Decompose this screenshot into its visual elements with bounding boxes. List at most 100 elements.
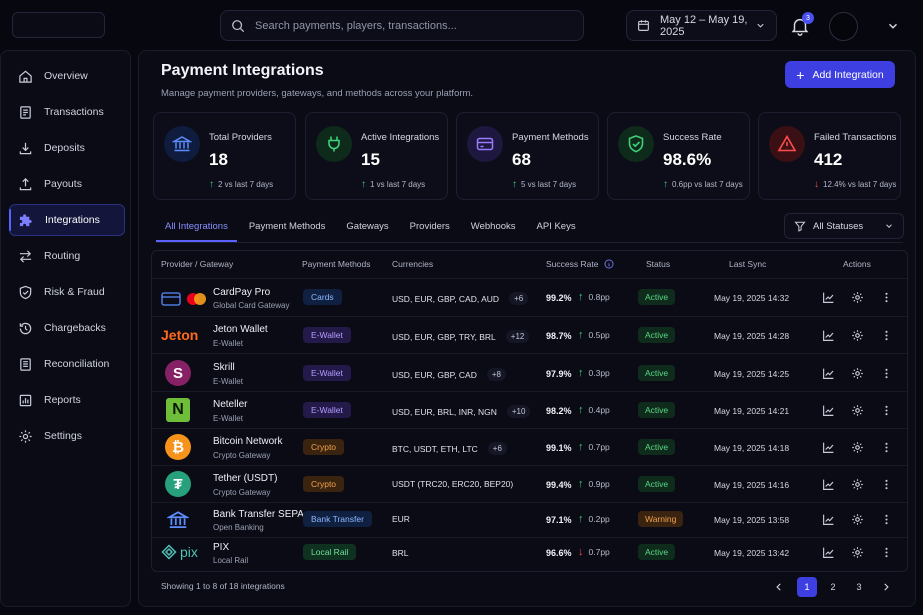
chevron-right-icon [884,583,889,591]
stat-icon-wrap [769,126,805,162]
sidebar-item-payouts[interactable]: Payouts [9,168,125,200]
currency-more-badge[interactable]: +10 [506,405,531,418]
settings-button[interactable] [849,511,865,527]
last-sync: May 19, 2025 14:32 [714,293,790,303]
notification-badge: 3 [802,12,814,24]
analytics-button[interactable] [820,327,836,343]
sidebar-item-reports[interactable]: Reports [9,384,125,416]
analytics-button[interactable] [820,476,836,492]
gear-icon [851,404,863,416]
provider-name: Bank Transfer SEPA [213,509,304,520]
prev-page-button[interactable] [769,577,789,597]
stat-value: 15 [361,150,380,169]
add-integration-button[interactable]: + Add Integration [785,61,895,88]
analytics-button[interactable] [820,511,836,527]
page-button-2[interactable]: 2 [823,577,843,597]
brand-logo[interactable] [12,12,105,38]
history-icon [19,322,32,334]
tab-all-integrations[interactable]: All Integrations [156,214,237,242]
currency-more-badge[interactable]: +6 [487,442,507,455]
date-range-picker[interactable]: May 12 – May 19, 2025 [626,10,777,41]
chart-line-icon [822,514,833,525]
more-options-button[interactable] [878,476,894,492]
settings-button[interactable] [849,289,865,305]
stat-icon-wrap [467,126,503,162]
status-filter-dropdown[interactable]: All Statuses [784,213,904,239]
tab-providers[interactable]: Providers [401,214,459,242]
sidebar: Overview Transactions Deposits Payouts I… [0,50,131,607]
analytics-button[interactable] [820,439,836,455]
method-badge: Crypto [303,439,345,455]
more-options-button[interactable] [878,544,894,560]
more-vertical-icon [884,330,888,340]
settings-button[interactable] [849,544,865,560]
report-icon [19,394,32,406]
tab-api-keys[interactable]: API Keys [528,214,585,242]
stat-delta: ↑ 5 vs last 7 days [512,179,576,190]
bank-icon [172,136,192,152]
more-options-button[interactable] [878,439,894,455]
rate-delta: ↑ 0.5pp [578,329,610,341]
provider-name: Neteller [213,399,248,410]
next-page-button[interactable] [876,577,896,597]
more-options-button[interactable] [878,327,894,343]
tab-webhooks[interactable]: Webhooks [462,214,525,242]
more-options-button[interactable] [878,402,894,418]
sidebar-item-routing[interactable]: Routing [9,240,125,272]
info-icon[interactable] [604,259,614,269]
settings-button[interactable] [849,402,865,418]
column-header: Status [646,259,671,269]
sidebar-item-deposits[interactable]: Deposits [9,132,125,164]
analytics-button[interactable] [820,544,836,560]
page-subtitle: Manage payment providers, gateways, and … [161,88,474,99]
search-bar[interactable] [220,10,584,41]
sidebar-item-risk-fraud[interactable]: Risk & Fraud [9,276,125,308]
chevron-down-icon[interactable] [886,19,900,33]
more-vertical-icon [884,514,888,524]
stat-card-failed-transactions: Failed Transactions 412 ↓ 12.4% vs last 7… [758,112,901,200]
sidebar-item-chargebacks[interactable]: Chargebacks [9,312,125,344]
search-input[interactable] [255,19,555,32]
currency-more-badge[interactable]: +12 [505,330,530,343]
analytics-button[interactable] [820,402,836,418]
currency-more-badge[interactable]: +6 [509,292,529,305]
settings-button[interactable] [849,476,865,492]
sidebar-item-transactions[interactable]: Transactions [9,96,125,128]
provider-type: Crypto Gateway [213,451,271,460]
settings-button[interactable] [849,439,865,455]
sidebar-item-settings[interactable]: Settings [9,420,125,452]
tab-gateways[interactable]: Gateways [337,214,397,242]
stat-delta-text: 1 vs last 7 days [370,180,426,189]
last-sync: May 19, 2025 14:16 [714,480,790,490]
last-sync: May 19, 2025 13:42 [714,548,790,558]
currency-more-badge[interactable]: +8 [486,368,506,381]
stat-icon-wrap [316,126,352,162]
more-options-button[interactable] [878,511,894,527]
provider-type: E-Wallet [213,377,243,386]
page-button-3[interactable]: 3 [849,577,869,597]
tab-payment-methods[interactable]: Payment Methods [240,214,335,242]
analytics-button[interactable] [820,289,836,305]
avatar[interactable] [829,12,858,41]
currency-list: USD, EUR, GBP, TRY, BRL [392,331,496,342]
status-badge: Active [638,289,676,305]
settings-button[interactable] [849,327,865,343]
analytics-button[interactable] [820,365,836,381]
more-options-button[interactable] [878,289,894,305]
success-rate: 98.7% [546,331,572,341]
tether-logo: ₮ [165,471,191,497]
rate-delta-text: 0.2pp [588,514,610,524]
status-filter-label: All Statuses [813,220,864,232]
calendar-icon [638,20,649,31]
rate-delta: ↑ 0.8pp [578,291,610,303]
sidebar-item-integrations[interactable]: Integrations [9,204,125,236]
more-options-button[interactable] [878,365,894,381]
sidebar-item-reconciliation[interactable]: Reconciliation [9,348,125,380]
stat-icon-wrap [164,126,200,162]
page-button-1[interactable]: 1 [797,577,817,597]
sidebar-item-overview[interactable]: Overview [9,60,125,92]
more-vertical-icon [884,547,888,557]
row-divider [152,537,907,538]
currency-list: USD, EUR, BRL, INR, NGN [392,406,497,417]
settings-button[interactable] [849,365,865,381]
